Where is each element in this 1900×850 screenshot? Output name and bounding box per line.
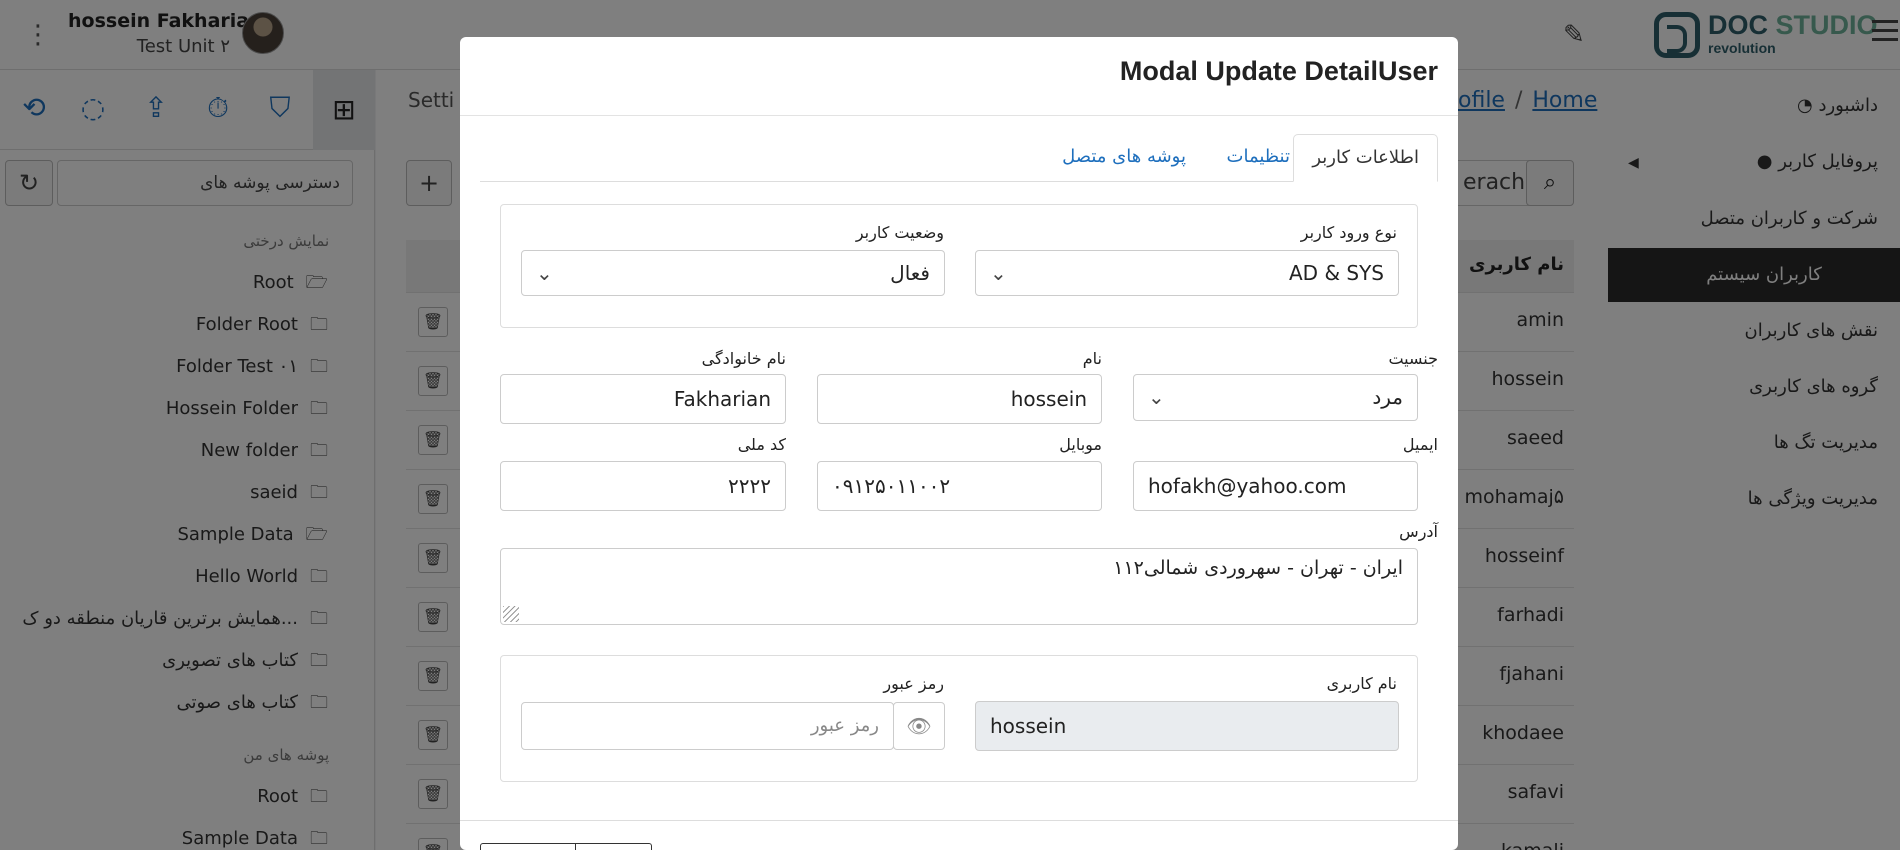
user-status-label: وضعیت کاربر bbox=[855, 223, 944, 242]
chevron-down-icon: ⌄ bbox=[990, 261, 1007, 285]
last-name-label: نام خانوادگی bbox=[701, 349, 786, 368]
user-status-select[interactable]: فعال ⌄ bbox=[521, 250, 945, 296]
tab-linked-folders[interactable]: پوشه های متصل bbox=[1044, 134, 1204, 182]
login-type-label: نوع ورود کاربر bbox=[1300, 223, 1397, 242]
tab-settings[interactable]: تنظیمات bbox=[1209, 134, 1308, 182]
modal-header: Modal Update DetailUser bbox=[460, 37, 1458, 116]
login-settings-card: نوع ورود کاربر AD & SYS ⌄ وضعیت کاربر فع… bbox=[500, 204, 1418, 328]
username-label: نام کاربری bbox=[1326, 674, 1397, 693]
last-name-field[interactable]: Fakharian bbox=[500, 374, 786, 424]
chevron-down-icon: ⌄ bbox=[1148, 385, 1165, 409]
login-type-select[interactable]: AD & SYS ⌄ bbox=[975, 250, 1399, 296]
chevron-down-icon: ⌄ bbox=[536, 261, 553, 285]
username-field: hossein bbox=[975, 701, 1399, 751]
eye-icon[interactable]: 👁 bbox=[893, 702, 945, 750]
gender-label: جنسیت bbox=[1388, 349, 1438, 368]
resize-handle-icon[interactable] bbox=[503, 606, 519, 622]
email-field[interactable]: hofakh@yahoo.com bbox=[1133, 461, 1418, 511]
mobile-label: موبایل bbox=[1059, 435, 1102, 454]
first-name-field[interactable]: hossein bbox=[817, 374, 1102, 424]
credentials-card: نام کاربری hossein رمز عبور 👁 رمز عبور bbox=[500, 655, 1418, 782]
modal-tabs: اطلاعات کاربر تنظیمات پوشه های متصل bbox=[480, 134, 1438, 182]
email-label: ایمیل bbox=[1402, 435, 1438, 454]
modal-footer-divider bbox=[460, 820, 1458, 821]
tab-user-info[interactable]: اطلاعات کاربر bbox=[1293, 134, 1438, 182]
national-code-field[interactable]: ۲۲۲۲ bbox=[500, 461, 786, 511]
address-textarea[interactable]: ایران - تهران - سهروردی شمالی۱۱۲ bbox=[500, 548, 1418, 625]
update-user-modal: Modal Update DetailUser اطلاعات کاربر تن… bbox=[460, 37, 1458, 850]
modal-footer-buttons[interactable] bbox=[480, 843, 652, 850]
password-label: رمز عبور bbox=[883, 674, 944, 693]
first-name-label: نام bbox=[1082, 349, 1102, 368]
mobile-field[interactable]: ۰۹۱۲۵۰۱۱۰۰۲ bbox=[817, 461, 1102, 511]
national-code-label: کد ملی bbox=[737, 435, 786, 454]
password-field[interactable]: رمز عبور bbox=[521, 702, 894, 750]
modal-title: Modal Update DetailUser bbox=[1119, 56, 1438, 86]
address-label: آدرس bbox=[1399, 522, 1438, 541]
gender-select[interactable]: مرد ⌄ bbox=[1133, 374, 1418, 421]
